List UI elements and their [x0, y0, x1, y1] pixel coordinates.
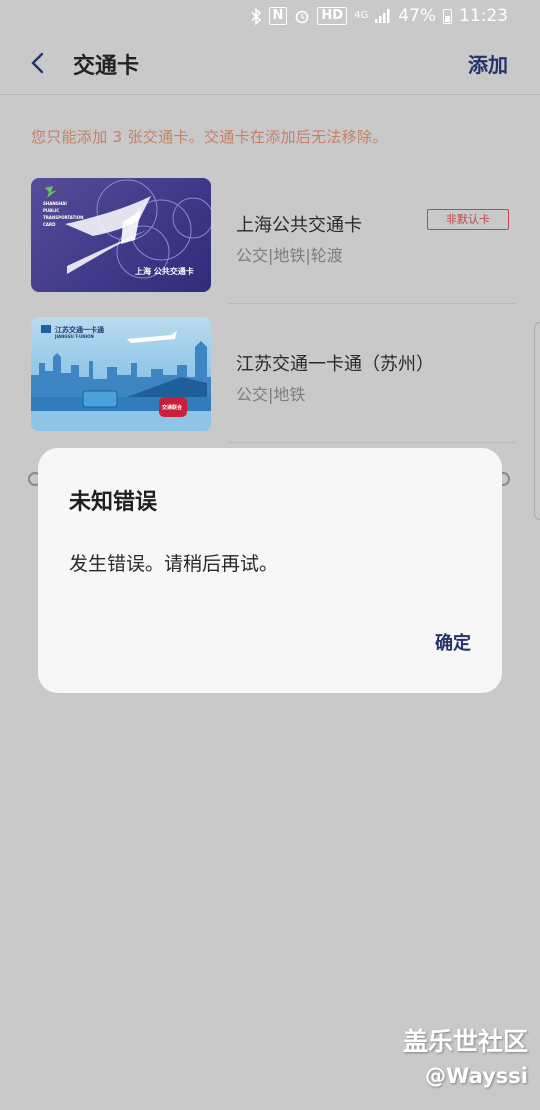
dialog-title: 未知错误 [69, 490, 158, 515]
battery-icon [443, 8, 452, 24]
watermark-site: 盖乐世社区 [402, 1027, 528, 1056]
add-button[interactable]: 添加 [468, 49, 508, 78]
nfc-icon: N [268, 7, 288, 25]
card-name: 江苏交通一卡通（苏州） [236, 354, 434, 375]
non-default-badge: 非默认卡 [427, 209, 509, 230]
divider [228, 442, 516, 443]
confirm-button[interactable]: 确定 [435, 629, 471, 655]
edge-panel-handle[interactable] [534, 322, 540, 520]
bluetooth-icon [250, 7, 261, 25]
card-services: 公交|地铁|轮渡 [236, 246, 343, 265]
t-union-badge-text: 交通联合 [162, 405, 183, 411]
error-dialog: 未知错误 发生错误。请稍后再试。 确定 [38, 448, 502, 693]
shanghai-card-image: SHANGHAI PUBLIC TRANSPORTATION CARD 上海 公… [31, 178, 211, 292]
page-title: 交通卡 [73, 54, 140, 79]
clock: 11:23 [459, 6, 508, 26]
card-item-shanghai[interactable]: SHANGHAI PUBLIC TRANSPORTATION CARD 上海 公… [0, 178, 540, 316]
watermark-handle: @Wayssi [425, 1064, 528, 1088]
alarm-icon [296, 10, 309, 24]
shanghai-card-en-text: SHANGHAI PUBLIC TRANSPORTATION CARD [43, 201, 84, 227]
limit-notice: 您只能添加 3 张交通卡。交通卡在添加后无法移除。 [31, 128, 388, 146]
status-icons: N HD 4G 47% 11:23 [250, 6, 508, 26]
suzhou-card-image: 江苏交通一卡通 JIANGSU T-UNION 交通联合 [31, 317, 211, 431]
card-item-suzhou[interactable]: 江苏交通一卡通 JIANGSU T-UNION 交通联合 江苏交通一卡通（苏州）… [0, 317, 540, 455]
hd-voice-badge: HD [317, 7, 348, 25]
app-bar: 交通卡 添加 [0, 34, 540, 95]
suzhou-card-en-text: JIANGSU T-UNION [55, 334, 94, 339]
shanghai-card-cn-text: 上海 公共交通卡 [135, 267, 194, 276]
battery-percent: 47% [398, 6, 436, 26]
divider [228, 303, 516, 304]
dialog-message: 发生错误。请稍后再试。 [69, 553, 279, 575]
card-name: 上海公共交通卡 [236, 215, 362, 236]
signal-icon [375, 9, 390, 23]
status-bar: N HD 4G 47% 11:23 [0, 0, 540, 34]
chevron-left-icon[interactable] [24, 49, 52, 77]
card-services: 公交|地铁 [236, 385, 306, 404]
network-type: 4G [354, 10, 369, 21]
